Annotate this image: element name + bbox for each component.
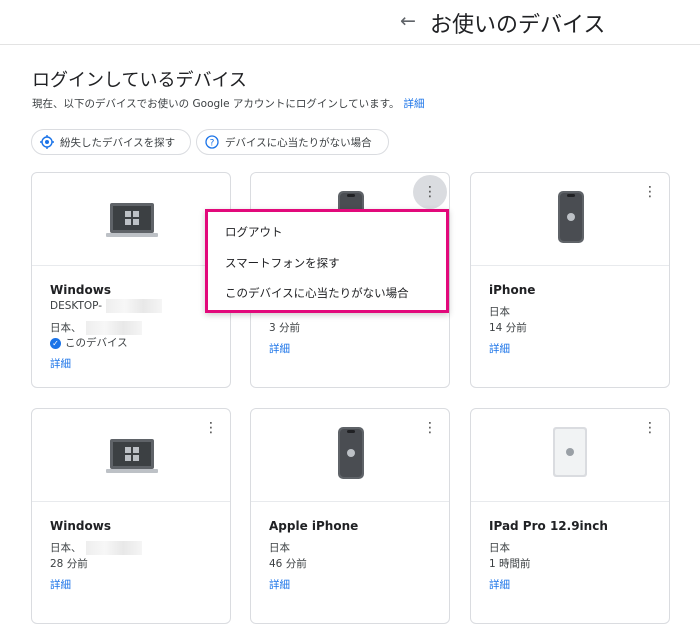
device-options-menu: ログアウト スマートフォンを探す このデバイスに心当たりがない場合 bbox=[205, 209, 449, 313]
top-bar: ← お使いのデバイス bbox=[0, 0, 700, 45]
unfamiliar-device-chip[interactable]: ? デバイスに心当たりがない場合 bbox=[196, 129, 389, 155]
chip-label: デバイスに心当たりがない場合 bbox=[225, 136, 372, 149]
last-active: 1 時間前 bbox=[489, 558, 531, 570]
iphone-icon bbox=[558, 191, 584, 243]
device-name: iPhone bbox=[489, 283, 536, 297]
last-active: 46 分前 bbox=[269, 558, 307, 570]
details-link[interactable]: 詳細 bbox=[50, 356, 71, 371]
page-title: お使いのデバイス bbox=[430, 13, 606, 38]
more-options-icon[interactable]: ⋮ bbox=[639, 181, 661, 203]
device-image-area bbox=[32, 173, 230, 266]
more-options-icon[interactable]: ⋮ bbox=[200, 417, 222, 439]
device-card-apple-iphone[interactable]: ⋮ Apple iPhone 日本 46 分前 詳細 bbox=[250, 408, 450, 624]
more-options-icon[interactable]: ⋮ bbox=[419, 417, 441, 439]
arrow-left-icon[interactable]: ← bbox=[400, 10, 416, 32]
device-location: 日本、 bbox=[50, 320, 142, 335]
device-location: 日本、 bbox=[50, 540, 142, 555]
chip-label: 紛失したデバイスを探す bbox=[60, 136, 176, 149]
device-card-iphone[interactable]: ⋮ iPhone 日本 14 分前 詳細 bbox=[470, 172, 670, 388]
menu-item-unfamiliar-device[interactable]: このデバイスに心当たりがない場合 bbox=[225, 285, 409, 301]
device-location: 日本 bbox=[269, 542, 290, 554]
last-active: 14 分前 bbox=[489, 322, 527, 334]
device-name: IPad Pro 12.9inch bbox=[489, 519, 608, 533]
device-name: Windows bbox=[50, 519, 111, 533]
laptop-icon bbox=[106, 203, 158, 237]
device-card-windows-current[interactable]: Windows DESKTOP- 日本、 ✓ このデバイス 詳細 bbox=[31, 172, 231, 388]
details-link[interactable]: 詳細 bbox=[269, 577, 290, 592]
details-link[interactable]: 詳細 bbox=[50, 577, 71, 592]
find-lost-device-chip[interactable]: 紛失したデバイスを探す bbox=[31, 129, 191, 155]
iphone-icon bbox=[338, 427, 364, 479]
device-location: 日本 bbox=[489, 542, 510, 554]
last-active: 28 分前 bbox=[50, 558, 88, 570]
more-options-icon[interactable]: ⋮ bbox=[639, 417, 661, 439]
section-title: ログインしているデバイス bbox=[32, 70, 247, 91]
section-description: 現在、以下のデバイスでお使いの Google アカウントにログインしています。詳… bbox=[32, 96, 425, 111]
menu-item-find-phone[interactable]: スマートフォンを探す bbox=[225, 255, 340, 271]
more-options-icon[interactable]: ⋮ bbox=[413, 175, 447, 209]
device-name: Windows bbox=[50, 283, 111, 297]
details-link[interactable]: 詳細 bbox=[489, 341, 510, 356]
help-icon: ? bbox=[205, 135, 219, 149]
details-link[interactable]: 詳細 bbox=[269, 341, 290, 356]
check-icon: ✓ bbox=[50, 337, 61, 349]
last-active: 3 分前 bbox=[269, 322, 301, 334]
device-card-ipad[interactable]: ⋮ IPad Pro 12.9inch 日本 1 時間前 詳細 bbox=[470, 408, 670, 624]
device-card-windows[interactable]: ⋮ Windows 日本、 28 分前 詳細 bbox=[31, 408, 231, 624]
svg-text:?: ? bbox=[210, 139, 215, 149]
description-text: 現在、以下のデバイスでお使いの Google アカウントにログインしています。 bbox=[32, 98, 400, 110]
laptop-icon bbox=[106, 439, 158, 473]
this-device-label: ✓ このデバイス bbox=[50, 335, 128, 350]
details-link[interactable]: 詳細 bbox=[404, 98, 425, 110]
details-link[interactable]: 詳細 bbox=[489, 577, 510, 592]
device-location: 日本 bbox=[489, 306, 510, 318]
locate-icon bbox=[40, 135, 54, 149]
device-id: DESKTOP- bbox=[50, 299, 163, 313]
tablet-icon bbox=[553, 427, 587, 477]
menu-item-logout[interactable]: ログアウト bbox=[225, 224, 283, 240]
device-name: Apple iPhone bbox=[269, 519, 359, 533]
